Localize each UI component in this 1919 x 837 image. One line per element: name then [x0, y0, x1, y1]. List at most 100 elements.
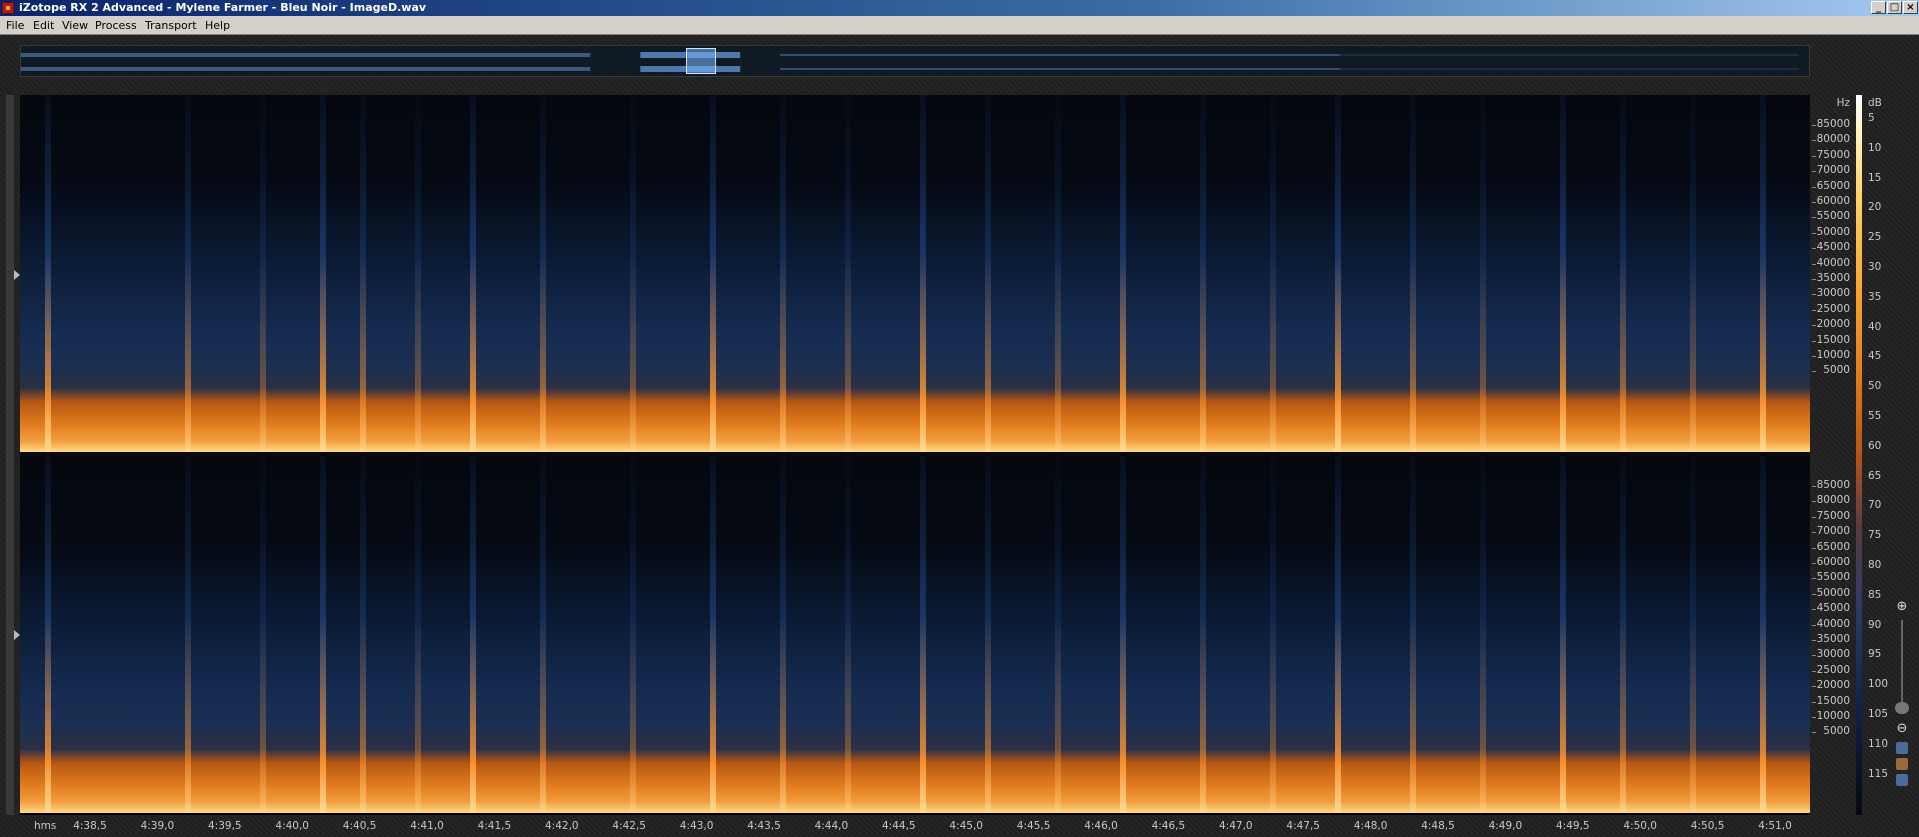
hz-tick-mark — [1812, 279, 1816, 280]
spectrogram-transient — [260, 456, 266, 813]
spectrogram-transient — [1620, 95, 1626, 452]
menu-view[interactable]: View — [62, 19, 88, 32]
time-tick-label: 4:50,0 — [1623, 820, 1657, 832]
hz-tick-mark — [1812, 263, 1816, 265]
spectrogram-transient — [415, 95, 421, 452]
time-tick-label: 4:45,5 — [1016, 820, 1051, 832]
zoom-in-icon[interactable]: ⊕ — [1895, 600, 1909, 614]
menu-process[interactable]: Process — [95, 19, 137, 32]
hz-tick-mark — [1812, 309, 1816, 311]
db-tick-label: 70 — [1868, 499, 1882, 512]
hz-tick-label: 30000 — [1816, 287, 1850, 300]
menu-edit[interactable]: Edit — [33, 19, 54, 32]
hz-tick-label: 20000 — [1816, 318, 1850, 331]
hz-tick-mark — [1812, 640, 1816, 641]
hz-tick-mark — [1812, 593, 1816, 595]
zoom-slider-track[interactable] — [1901, 620, 1903, 710]
spectrogram-transient — [1480, 95, 1486, 452]
time-tick-label: 4:40,5 — [342, 820, 377, 832]
hz-tick-label: 10000 — [1816, 710, 1850, 722]
hz-tick-mark — [1812, 186, 1816, 188]
overview-waveform[interactable] — [20, 45, 1810, 77]
spectrogram-transient — [1200, 95, 1206, 452]
hz-tick-label: 70000 — [1816, 525, 1850, 538]
time-tick-label: 4:38,5 — [73, 820, 107, 832]
hz-unit-label: Hz — [1836, 97, 1850, 109]
spectrogram-transient — [845, 456, 851, 813]
hz-tick-mark — [1812, 578, 1816, 580]
db-tick-label: 40 — [1868, 320, 1882, 333]
spectrogram-transient — [710, 456, 716, 813]
minimize-button[interactable]: _ — [1871, 1, 1886, 14]
tool-lasso-icon[interactable] — [1896, 758, 1908, 770]
time-tick-label: 4:46,5 — [1151, 820, 1186, 832]
spectrogram-transient — [360, 456, 366, 813]
close-button[interactable]: × — [1903, 1, 1918, 14]
time-tick-label: 4:50,5 — [1690, 820, 1725, 832]
spectrogram-transient — [920, 95, 926, 452]
time-tick-label: 4:42,0 — [544, 820, 579, 832]
db-tick-label: 15 — [1868, 171, 1882, 184]
time-tick-label: 4:46,0 — [1084, 820, 1118, 832]
spectrogram-transient — [260, 95, 266, 452]
window-title: iZotope RX 2 Advanced - Mylene Farmer - … — [19, 1, 427, 14]
time-tick-label: 4:47,0 — [1218, 820, 1253, 832]
spectrogram-channel-1[interactable] — [20, 95, 1810, 452]
time-tick-label: 4:45,0 — [949, 820, 983, 832]
db-tick-label: 80 — [1868, 559, 1882, 571]
spectrogram-transient — [185, 95, 191, 452]
spectrogram-transient — [45, 95, 51, 452]
spectrogram-transient — [360, 95, 366, 452]
hz-tick-mark — [1812, 217, 1816, 219]
hz-tick-mark — [1812, 294, 1816, 296]
hz-tick-mark — [1812, 655, 1816, 657]
time-tick-label: 4:41,5 — [477, 820, 512, 832]
menu-transport[interactable]: Transport — [145, 19, 197, 32]
hz-tick-mark — [1812, 701, 1816, 703]
spectrogram-transient — [1120, 95, 1126, 452]
time-tick-label: 4:42,5 — [612, 820, 646, 832]
time-tick-label: 4:44,5 — [881, 820, 916, 832]
maximize-button[interactable]: □ — [1887, 1, 1902, 14]
hz-tick-mark — [1812, 486, 1816, 487]
hz-tick-label: 25000 — [1816, 302, 1850, 315]
db-tick-label: 10 — [1868, 141, 1882, 154]
hz-tick-label: 55000 — [1816, 210, 1850, 223]
zoom-out-icon[interactable]: ⊖ — [1895, 722, 1909, 736]
overview-selection[interactable] — [686, 48, 716, 74]
db-tick-label: 110 — [1868, 737, 1889, 750]
spectrogram-transient — [415, 456, 421, 813]
spectrogram-transient — [1055, 456, 1061, 813]
db-tick-label: 55 — [1868, 410, 1882, 422]
overview-channel-1 — [21, 52, 1800, 58]
zoom-slider-thumb[interactable] — [1895, 702, 1909, 714]
menu-help[interactable]: Help — [205, 19, 230, 32]
spectrogram-transient — [630, 456, 636, 813]
hz-tick-label: 60000 — [1816, 556, 1850, 568]
hz-tick-label: 75000 — [1816, 148, 1850, 161]
spectrogram-transient — [1270, 456, 1276, 813]
spectrogram-transient — [710, 95, 716, 452]
hz-tick-label: 65000 — [1816, 179, 1850, 192]
spectrogram-transient — [45, 456, 51, 813]
time-tick-label: 4:40,0 — [275, 820, 309, 832]
menu-file[interactable]: File — [6, 19, 24, 32]
hz-tick-label: 45000 — [1816, 241, 1850, 254]
spectrogram-transient — [1055, 95, 1061, 452]
channel-rail — [6, 95, 20, 815]
hz-tick-label: 40000 — [1816, 256, 1850, 269]
tool-brush-icon[interactable] — [1896, 742, 1908, 754]
spectrogram-transient — [985, 95, 991, 452]
tool-wand-icon[interactable] — [1896, 774, 1908, 786]
hz-tick-mark — [1812, 686, 1816, 688]
db-tick-label: 95 — [1868, 648, 1882, 661]
db-tick-label: 75 — [1868, 529, 1882, 542]
spectrogram-transient — [1560, 95, 1566, 452]
time-tick-label: 4:39,0 — [140, 820, 175, 832]
spectrogram-transient — [1410, 95, 1416, 452]
spectrogram-channel-2[interactable] — [20, 456, 1810, 813]
hz-tick-mark — [1812, 609, 1816, 611]
spectrogram-display[interactable] — [20, 95, 1810, 815]
time-tick-label: 4:47,5 — [1286, 820, 1320, 832]
hz-tick-mark — [1812, 248, 1816, 250]
